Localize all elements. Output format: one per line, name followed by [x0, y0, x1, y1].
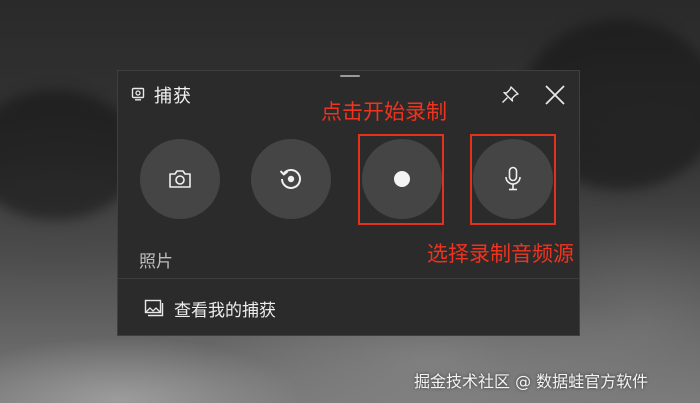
view-my-captures-link[interactable]: 查看我的捕获 [118, 279, 579, 335]
pin-icon [502, 86, 519, 103]
highlight-box-record [358, 134, 444, 225]
watermark: 掘金技术社区 @ 数据蛙官方软件 [414, 372, 649, 391]
gallery-icon [144, 299, 164, 317]
mode-label: 照片 [139, 252, 173, 272]
pin-button[interactable] [496, 82, 524, 108]
record-last-30s-button[interactable] [251, 139, 331, 219]
screenshot-button[interactable] [140, 139, 220, 219]
annotation-audio-source: 选择录制音频源 [427, 242, 574, 266]
window-title: 捕获 [154, 86, 192, 107]
close-button[interactable] [540, 80, 570, 110]
annotation-start-recording: 点击开始录制 [321, 100, 447, 124]
highlight-box-microphone [470, 134, 556, 225]
webcam-icon [131, 87, 145, 101]
view-my-captures-label: 查看我的捕获 [174, 301, 276, 321]
replay-icon [279, 169, 301, 189]
camera-icon [169, 170, 191, 188]
close-icon [545, 85, 565, 105]
